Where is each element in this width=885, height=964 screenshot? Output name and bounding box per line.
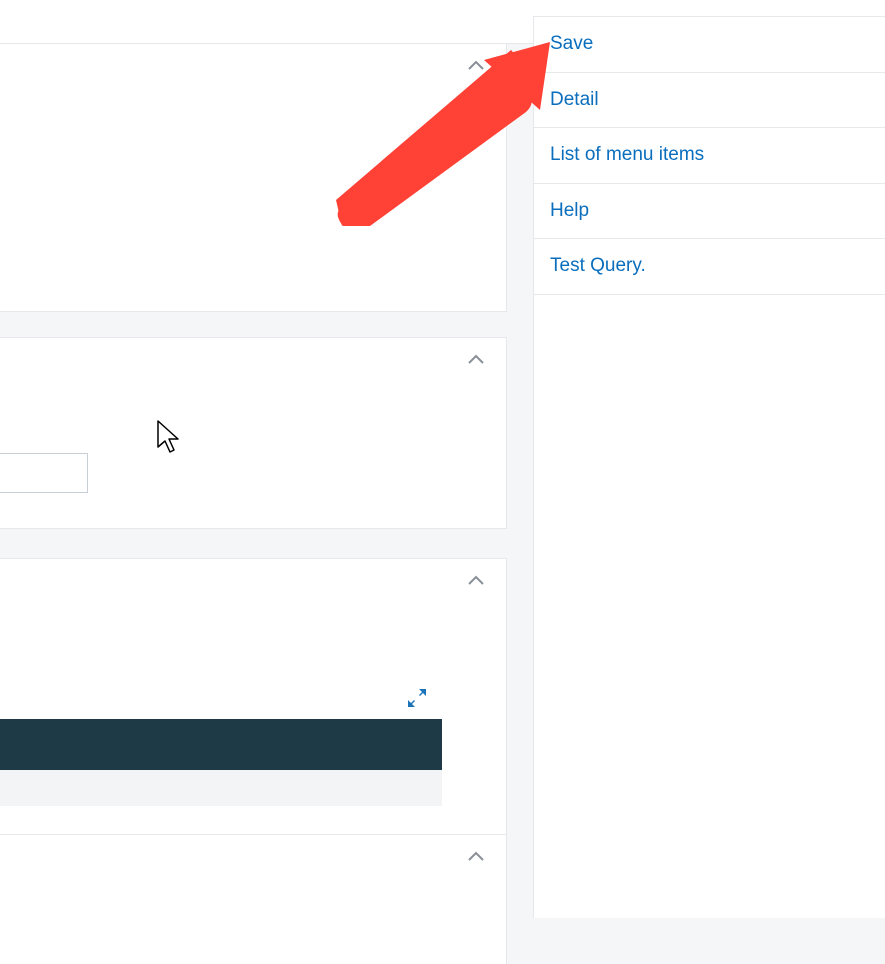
collapse-panel-4[interactable] (464, 845, 488, 869)
panel-3 (0, 558, 507, 847)
left-pane (0, 44, 533, 918)
editor-sub-bar (0, 770, 442, 806)
menu-item-detail[interactable]: Detail (534, 73, 885, 129)
chevron-up-icon (467, 351, 485, 370)
menu-item-list[interactable]: List of menu items (534, 128, 885, 184)
collapse-panel-2[interactable] (464, 348, 488, 372)
menu-item-help[interactable]: Help (534, 184, 885, 240)
chevron-up-icon (467, 57, 485, 76)
chevron-up-icon (467, 848, 485, 867)
action-menu: Save Detail List of menu items Help Test… (533, 16, 885, 918)
expand-icon (406, 694, 428, 713)
editor-header-bar (0, 719, 442, 770)
chevron-up-icon (467, 572, 485, 591)
panel-2-input[interactable] (0, 453, 88, 493)
panel-4 (0, 834, 507, 964)
collapse-panel-3[interactable] (464, 569, 488, 593)
panel-1 (0, 44, 507, 312)
menu-item-test-query[interactable]: Test Query. (534, 239, 885, 295)
panel-2 (0, 337, 507, 529)
collapse-panel-1[interactable] (464, 54, 488, 78)
expand-editor-button[interactable] (406, 687, 436, 711)
menu-item-save[interactable]: Save (534, 16, 885, 73)
